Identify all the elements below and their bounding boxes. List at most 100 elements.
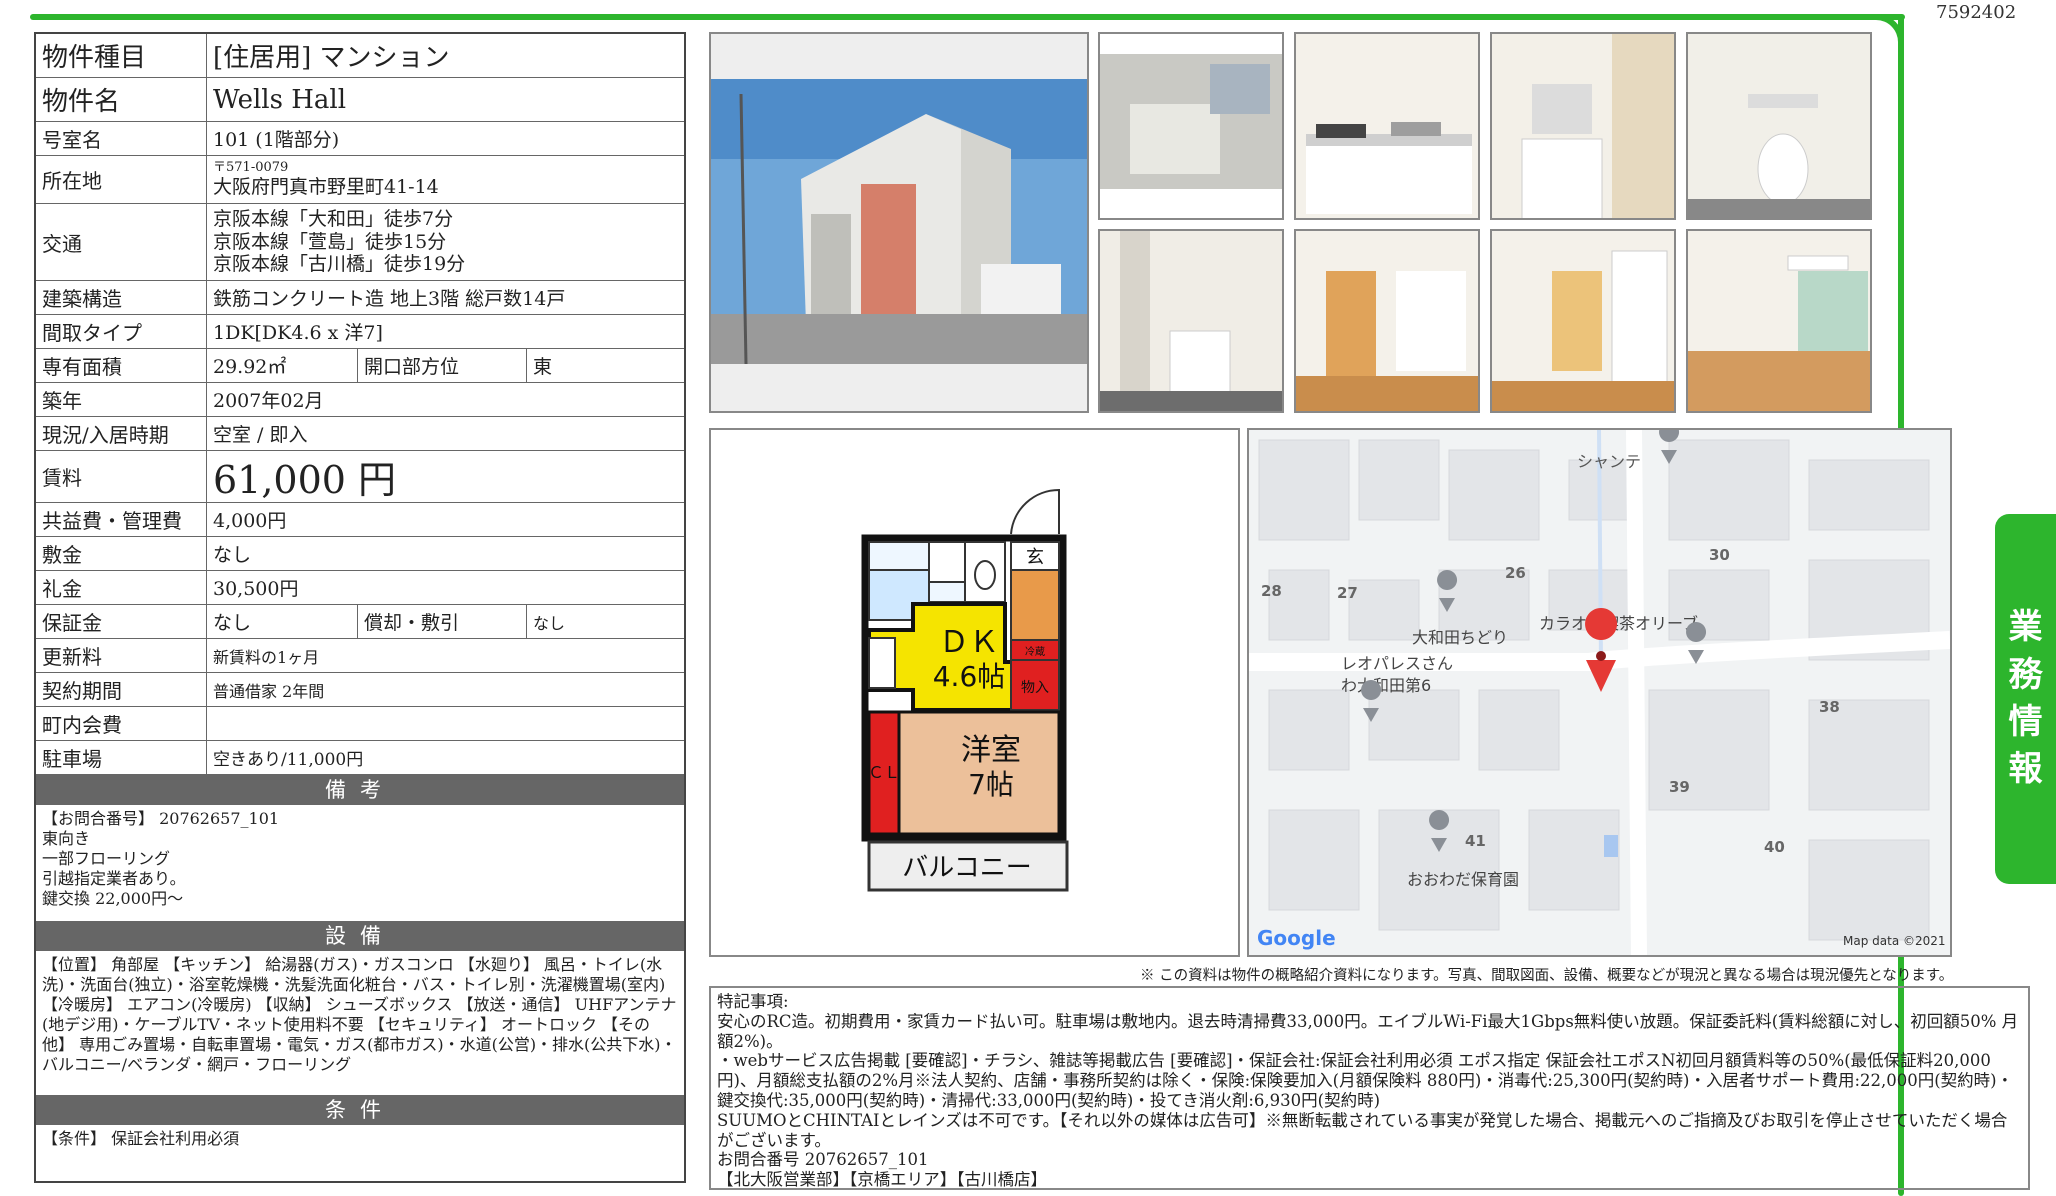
deposit-value: なし [213,544,252,566]
map-label-karaoke: カラオケ喫茶オリーブ [1539,614,1699,633]
layout-value: 1DK[DK4.6 x 洋7] [213,322,383,344]
fp-closet: ＣＬ [868,763,900,782]
map-number: 27 [1337,584,1358,602]
parking-value: 空きあり/11,000円 [213,750,364,770]
google-logo: Google [1257,926,1336,950]
direction-value: 東 [533,356,553,378]
address-text: 大阪府門真市野里町41-14 [213,175,439,198]
photo-corridor [1490,229,1676,413]
row-town-fee: 町内会費 [36,707,684,741]
row-key-money: 礼金 30,500円 [36,571,684,605]
notes-line: お問合番号 20762657_101 [717,1150,929,1170]
name-label: 物件名 [36,78,207,121]
map-number: 28 [1261,582,1282,600]
row-traffic: 交通 京阪本線「大和田」徒歩7分 京阪本線「萱島」徒歩15分 京阪本線「古川橋」… [36,204,684,281]
status-value: 空室 / 即入 [213,424,308,446]
photo-image [1688,231,1870,411]
fp-storage: 物入 [1021,680,1049,696]
equipment-text: 【位置】 角部屋 【キッチン】 給湯器(ガス)・ガスコンロ 【水廻り】 風呂・ト… [42,955,677,1074]
photo-toilet [1686,32,1872,220]
notes-line: SUUMOとCHINTAIとレインズは不可です。【それ以外の媒体は広告可】※無断… [717,1110,2008,1150]
fee-value: 4,000円 [213,510,287,532]
document-id: 7592402 [1936,2,2017,23]
guarantee-value: なし [213,612,252,634]
contract-label: 契約期間 [36,673,207,706]
remarks-heading: 備考 [36,775,684,805]
type-label: 物件種目 [36,34,207,77]
property-info-table: 物件種目 [住居用] マンション 物件名 Wells Hall 号室名 101 … [34,32,686,1183]
map-label-leopalace: レオパレスさん [1341,654,1454,673]
notes-line: 【北大阪営業部】【京橋エリア】【古川橋店】 [717,1170,1047,1190]
town-fee-label: 町内会費 [36,707,207,740]
photo-kitchen [1294,32,1480,220]
photo-washroom [1490,32,1676,220]
conditions-heading: 条件 [36,1095,684,1125]
structure-label: 建築構造 [36,281,207,314]
fp-balcony: バルコニー [902,853,1031,883]
type-value: [住居用] マンション [213,43,450,73]
traffic-line: 京阪本線「萱島」徒歩15分 [213,230,447,253]
fee-label: 共益費・管理費 [36,503,207,536]
parking-label: 駐車場 [36,741,207,774]
photo-western-room [1686,229,1872,413]
row-room: 号室名 101 (1階部分) [36,122,684,156]
row-renewal: 更新料 新賃料の1ヶ月 [36,639,684,673]
disclaimer: ※ この資料は物件の概略紹介資料になります。写真、間取図面、設備、概要などが現況… [1140,968,1954,984]
map-label-chidori: 大和田ちどり [1412,628,1509,647]
special-notes: 特記事項: 安心のRC造。初期費用・家賃カード払い可。駐車場は敷地内。退去時清掃… [709,986,2030,1190]
traffic-line: 京阪本線「古川橋」徒歩19分 [213,253,466,276]
equipment-heading: 設備 [36,921,684,951]
amort-value: なし [533,613,566,633]
renewal-label: 更新料 [36,639,207,672]
exterior-photo [709,32,1089,413]
traffic-label: 交通 [36,204,207,280]
area-label: 専有面積 [36,349,207,382]
row-guarantee: 保証金 なし 償却・敷引 なし [36,605,684,639]
photo-image [1100,34,1282,218]
side-tab-char: 報 [2008,749,2043,790]
row-status: 現況/入居時期 空室 / 即入 [36,417,684,451]
photo-room-door [1294,229,1480,413]
conditions-text: 【条件】 保証会社利用必須 [42,1129,240,1148]
built-label: 築年 [36,383,207,416]
postal-code: 〒571-0079 [213,160,289,176]
structure-value: 鉄筋コンクリート造 地上3階 総戸数14戸 [213,288,566,310]
rent-label: 賃料 [36,451,207,502]
address-value: 〒571-0079 大阪府門真市野里町41-14 [207,156,684,203]
direction-label: 開口部方位 [357,349,527,382]
map-credit: Map data ©2021 [1843,934,1946,948]
guarantee-label: 保証金 [36,605,207,638]
floor-plan-drawing: ＤＫ 4.6帖 洋室 7帖 バルコニー 玄 冷蔵 物入 ＣＬ [711,430,1238,955]
row-rent: 賃料 61,000 円 [36,451,684,503]
address-label: 所在地 [36,156,207,203]
area-value: 29.92㎡ [213,356,287,378]
fp-room-size: 7帖 [968,768,1014,801]
deposit-label: 敷金 [36,537,207,570]
map-number: 38 [1819,698,1840,716]
map-number: 39 [1669,778,1690,796]
photo-kitchen-outside [1098,32,1284,220]
location-map[interactable]: シャンテ 大和田ちどり カラオケ喫茶オリーブ レオパレスさん わ大和田第6 おお… [1247,428,1952,957]
photo-image [1688,34,1870,218]
renewal-value: 新賃料の1ヶ月 [213,647,320,667]
row-type: 物件種目 [住居用] マンション [36,34,684,78]
row-fee: 共益費・管理費 4,000円 [36,503,684,537]
fp-room-label: 洋室 [961,733,1021,768]
room-value: 101 (1階部分) [213,129,340,151]
photo-hallway [1098,229,1284,413]
row-parking: 駐車場 空きあり/11,000円 [36,741,684,775]
row-built: 築年 2007年02月 [36,383,684,417]
map-label-shante: シャンテ [1577,452,1642,471]
row-structure: 建築構造 鉄筋コンクリート造 地上3階 総戸数14戸 [36,281,684,315]
name-value: Wells Hall [213,84,347,115]
side-tab-business-info[interactable]: 業 務 情 報 [1995,514,2056,884]
fp-dk-size: 4.6帖 [933,660,1006,693]
rent-value: 61,000 円 [213,458,397,502]
traffic-line: 京阪本線「大和田」徒歩7分 [213,207,454,230]
notes-line: ・webサービス広告掲載 [要確認]・チラシ、雑誌等掲載広告 [要確認]・保証会… [717,1051,2014,1110]
town-fee-value [207,707,684,740]
remarks-text: 【お問合番号】 20762657_101 東向き 一部フローリング 引越指定業者… [42,809,280,908]
side-tab-char: 務 [2008,654,2043,695]
notes-line: 安心のRC造。初期費用・家賃カード払い可。駐車場は敷地内。退去時清掃費33,00… [717,1011,2019,1051]
map-number: 40 [1764,838,1785,856]
